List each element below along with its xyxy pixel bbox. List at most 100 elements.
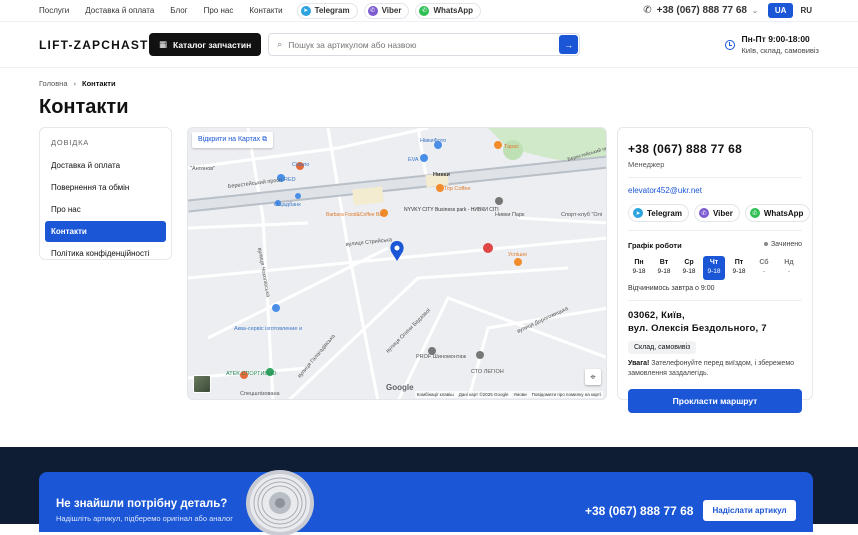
brake-disc-image — [246, 470, 314, 535]
whatsapp-label: WhatsApp — [433, 6, 474, 15]
map-canvas: Берестейський просп. Берестейський просп… — [188, 128, 606, 399]
map-report-error[interactable]: Повідомити про помилку на карті — [532, 392, 601, 397]
map-label-red: RED — [284, 177, 296, 183]
map-label-nivkyfoto: НівкиФото — [420, 138, 446, 144]
schedule-day-hours: - — [762, 268, 766, 275]
map-label-nyvky-city: NYVKY CITY Business park - НИВКИ СІТІ — [404, 207, 499, 213]
schedule-day: Чт 9-18 — [703, 256, 725, 280]
contact-telegram-label: Telegram — [647, 208, 682, 218]
top-nav-blog[interactable]: Блог — [170, 6, 187, 15]
contact-whatsapp-button[interactable]: ✆ WhatsApp — [744, 204, 811, 222]
top-nav-about[interactable]: Про нас — [204, 6, 234, 15]
google-logo: Google — [386, 383, 414, 392]
breadcrumb-home[interactable]: Головна — [39, 79, 68, 88]
contact-whatsapp-label: WhatsApp — [763, 208, 804, 218]
map-label-atek: ATEK СПОРТИВНО — [226, 371, 277, 377]
page-title: Контакти — [39, 96, 129, 118]
sidebar-item-returns[interactable]: Повернення та обмін — [45, 177, 166, 198]
map-label-taras: Тарас — [504, 144, 519, 150]
contact-viber-button[interactable]: ✆ Viber — [693, 204, 740, 222]
schedule-day-hours: 9-18 — [632, 268, 646, 275]
telegram-link[interactable]: ➤ Telegram — [296, 2, 358, 19]
lang-ru[interactable]: RU — [793, 3, 819, 18]
address: 03062, Київ, вул. Олексія Бездольного, 7 — [628, 309, 802, 335]
catalog-button[interactable]: ▦ Каталог запчастин — [149, 33, 262, 56]
open-in-maps-label: Відкрити на Картах — [198, 136, 261, 143]
telegram-icon: ➤ — [633, 208, 643, 218]
top-messengers: ➤ Telegram ✆ Viber ✆ WhatsApp — [296, 2, 482, 19]
sidebar-item-delivery[interactable]: Доставка й оплата — [45, 155, 166, 176]
send-article-button[interactable]: Надіслати артикул — [703, 500, 796, 521]
map-terms[interactable]: Умови — [513, 392, 526, 397]
viber-link[interactable]: ✆ Viber — [363, 2, 410, 19]
schedule-header: Графік роботи Зачинено — [628, 241, 802, 250]
route-button[interactable]: Прокласти маршрут — [628, 389, 802, 413]
header: LIFT-ZAPCHAST ▦ Каталог запчастин ⌕ → Пн… — [0, 22, 858, 68]
schedule-day-hours: 9-18 — [707, 268, 721, 275]
top-phone[interactable]: ✆ +38 (067) 888 77 68 ⌄ — [643, 5, 758, 16]
schedule-day-name: Пн — [634, 259, 644, 266]
contact-phone[interactable]: +38 (067) 888 77 68 — [628, 142, 802, 156]
map-keyboard-shortcuts[interactable]: Комбінації клавіш — [417, 392, 454, 397]
top-nav-delivery[interactable]: Доставка й оплата — [85, 6, 154, 15]
catalog-label: Каталог запчастин — [173, 39, 252, 50]
map[interactable]: Берестейський просп. Берестейський просп… — [187, 127, 607, 400]
whatsapp-link[interactable]: ✆ WhatsApp — [415, 2, 482, 19]
map-label-uspishni: Успішні — [508, 252, 527, 258]
schedule-day-hours: - — [787, 268, 791, 275]
map-label-nyvky-park: Нивки Парк — [495, 212, 525, 218]
promo-banner: Не знайшли потрібну деталь? Надішліть ар… — [39, 470, 813, 535]
map-label-eva: EVA — [408, 157, 419, 163]
clock-icon — [725, 39, 736, 50]
schedule-day-name: Чт — [709, 259, 719, 266]
promo-subtitle: Надішліть артикул, підберемо оригінал аб… — [56, 514, 233, 523]
search-box: ⌕ → — [268, 33, 581, 56]
chevron-down-icon: ⌄ — [752, 7, 758, 15]
notice-bold: Увага! — [628, 360, 650, 367]
address-line-1: 03062, Київ, — [628, 310, 685, 321]
language-switcher: UA RU — [767, 3, 819, 18]
map-label-oschadbank: Ощадбанк — [274, 202, 301, 208]
logo[interactable]: LIFT-ZAPCHAST — [39, 38, 149, 52]
sidebar-item-about[interactable]: Про нас — [45, 199, 166, 220]
search-submit-button[interactable]: → — [559, 35, 579, 54]
sidebar-item-privacy[interactable]: Політика конфіденційності — [45, 243, 166, 264]
map-data-credit: Дані карт ©2025 Google — [458, 392, 509, 397]
external-link-icon: ⧉ — [262, 136, 268, 143]
top-nav: Послуги Доставка й оплата Блог Про нас К… — [39, 6, 283, 15]
search-icon: ⌕ — [277, 39, 283, 49]
phone-icon: ✆ — [643, 5, 652, 16]
locate-icon[interactable]: ⌖ — [585, 369, 601, 385]
sidebar-heading: ДОВІДКА — [51, 138, 90, 147]
top-nav-contacts[interactable]: Контакти — [249, 6, 282, 15]
open-in-maps-link[interactable]: Відкрити на Картах ⧉ — [192, 132, 274, 148]
schedule-day-name: Ср — [684, 259, 694, 266]
map-footer: Комбінації клавіш Дані карт ©2025 Google… — [414, 391, 603, 398]
contact-viber-label: Viber — [712, 208, 733, 218]
promo-heading: Не знайшли потрібну деталь? — [56, 498, 228, 510]
notice-text: Зателефонуйте перед виїздом, і збережемо… — [628, 360, 795, 377]
map-label-prof: PROF Шиномонтаж — [416, 354, 466, 360]
viber-icon: ✆ — [698, 208, 709, 218]
lang-ua[interactable]: UA — [767, 3, 794, 18]
promo-phone[interactable]: +38 (067) 888 77 68 — [585, 504, 693, 518]
divider — [628, 177, 802, 178]
address-line-2: вул. Олексія Бездольного, 7 — [628, 323, 767, 334]
top-nav-services[interactable]: Послуги — [39, 6, 69, 15]
sidebar-item-contacts[interactable]: Контакти — [45, 221, 166, 242]
schedule-day-hours: 9-18 — [682, 268, 696, 275]
map-label-akva: Аква-сервіс ізготовление и — [234, 326, 302, 332]
satellite-toggle[interactable] — [193, 375, 211, 393]
status-label: Зачинено — [770, 241, 802, 248]
contact-email[interactable]: elevator452@ukr.net — [628, 186, 802, 195]
contact-role: Менеджер — [628, 160, 665, 169]
main-content: ДОВІДКА Доставка й оплата Повернення та … — [39, 127, 813, 413]
notice: Увага! Зателефонуйте перед виїздом, і зб… — [628, 359, 802, 379]
schedule-title: Графік роботи — [628, 241, 682, 250]
hours-title: Пн-Пт 9:00-18:00 — [741, 34, 810, 44]
top-phone-number: +38 (067) 888 77 68 — [656, 5, 747, 16]
contact-telegram-button[interactable]: ➤ Telegram — [628, 204, 689, 222]
telegram-icon: ➤ — [300, 5, 311, 16]
whatsapp-icon: ✆ — [749, 208, 760, 218]
search-input[interactable] — [288, 39, 580, 50]
